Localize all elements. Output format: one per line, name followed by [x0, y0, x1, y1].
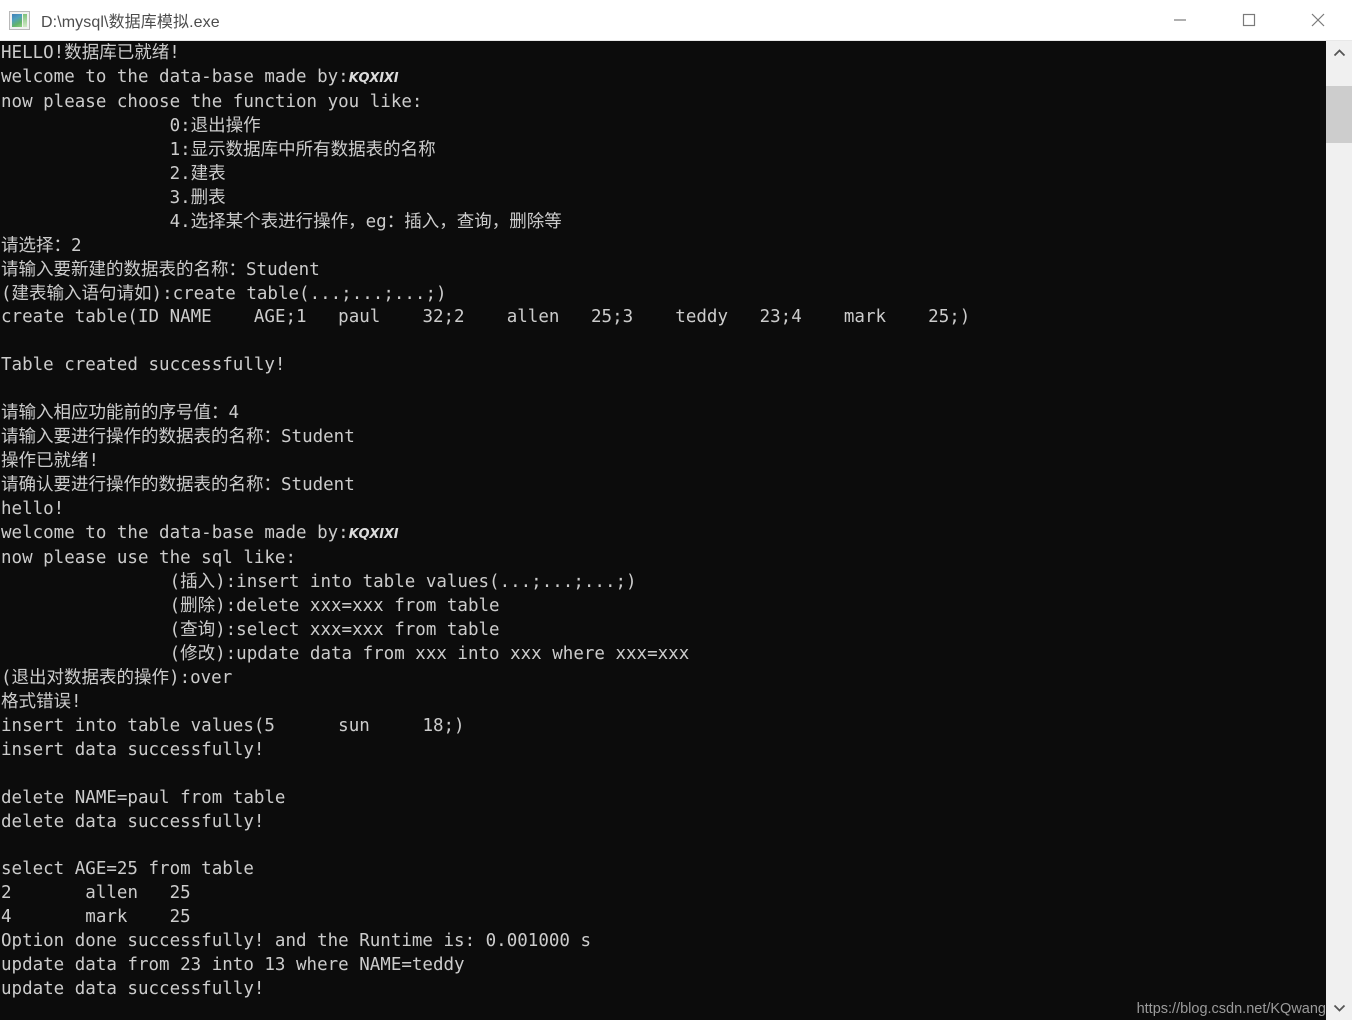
chevron-down-icon — [1333, 1004, 1345, 1012]
author-watermark: KQXIXI — [348, 70, 399, 86]
chevron-up-icon — [1333, 49, 1345, 57]
minimize-icon — [1173, 19, 1186, 21]
window-controls — [1145, 0, 1352, 40]
vertical-scrollbar[interactable] — [1326, 41, 1352, 1020]
console-app-icon — [9, 10, 30, 30]
title-bar: D:\mysql\数据库模拟.exe — [0, 0, 1352, 41]
close-icon — [1311, 13, 1324, 27]
console-output-text: HELLO!数据库已就绪! welcome to the data-base m… — [1, 43, 971, 1000]
maximize-button[interactable] — [1214, 0, 1283, 40]
maximize-icon — [1242, 13, 1255, 27]
app-icon-bar — [23, 13, 27, 27]
app-icon-screen — [12, 13, 22, 27]
console-output-area[interactable]: HELLO!数据库已就绪! welcome to the data-base m… — [0, 41, 1326, 1020]
console-body: HELLO!数据库已就绪! welcome to the data-base m… — [0, 41, 1352, 1020]
scrollbar-thumb[interactable] — [1326, 86, 1352, 143]
title-bar-left: D:\mysql\数据库模拟.exe — [0, 8, 1145, 32]
blog-url-watermark: https://blog.csdn.net/KQwang — [1136, 1001, 1326, 1017]
minimize-button[interactable] — [1145, 0, 1214, 40]
scroll-up-button[interactable] — [1326, 41, 1352, 66]
window-title: D:\mysql\数据库模拟.exe — [41, 14, 220, 31]
close-button[interactable] — [1283, 0, 1352, 40]
scroll-down-button[interactable] — [1326, 995, 1352, 1020]
scrollbar-track[interactable] — [1326, 66, 1352, 995]
author-watermark: KQXIXI — [348, 527, 399, 543]
console-window: D:\mysql\数据库模拟.exe HELLO!数据库已就绪! welcome… — [0, 0, 1352, 1020]
